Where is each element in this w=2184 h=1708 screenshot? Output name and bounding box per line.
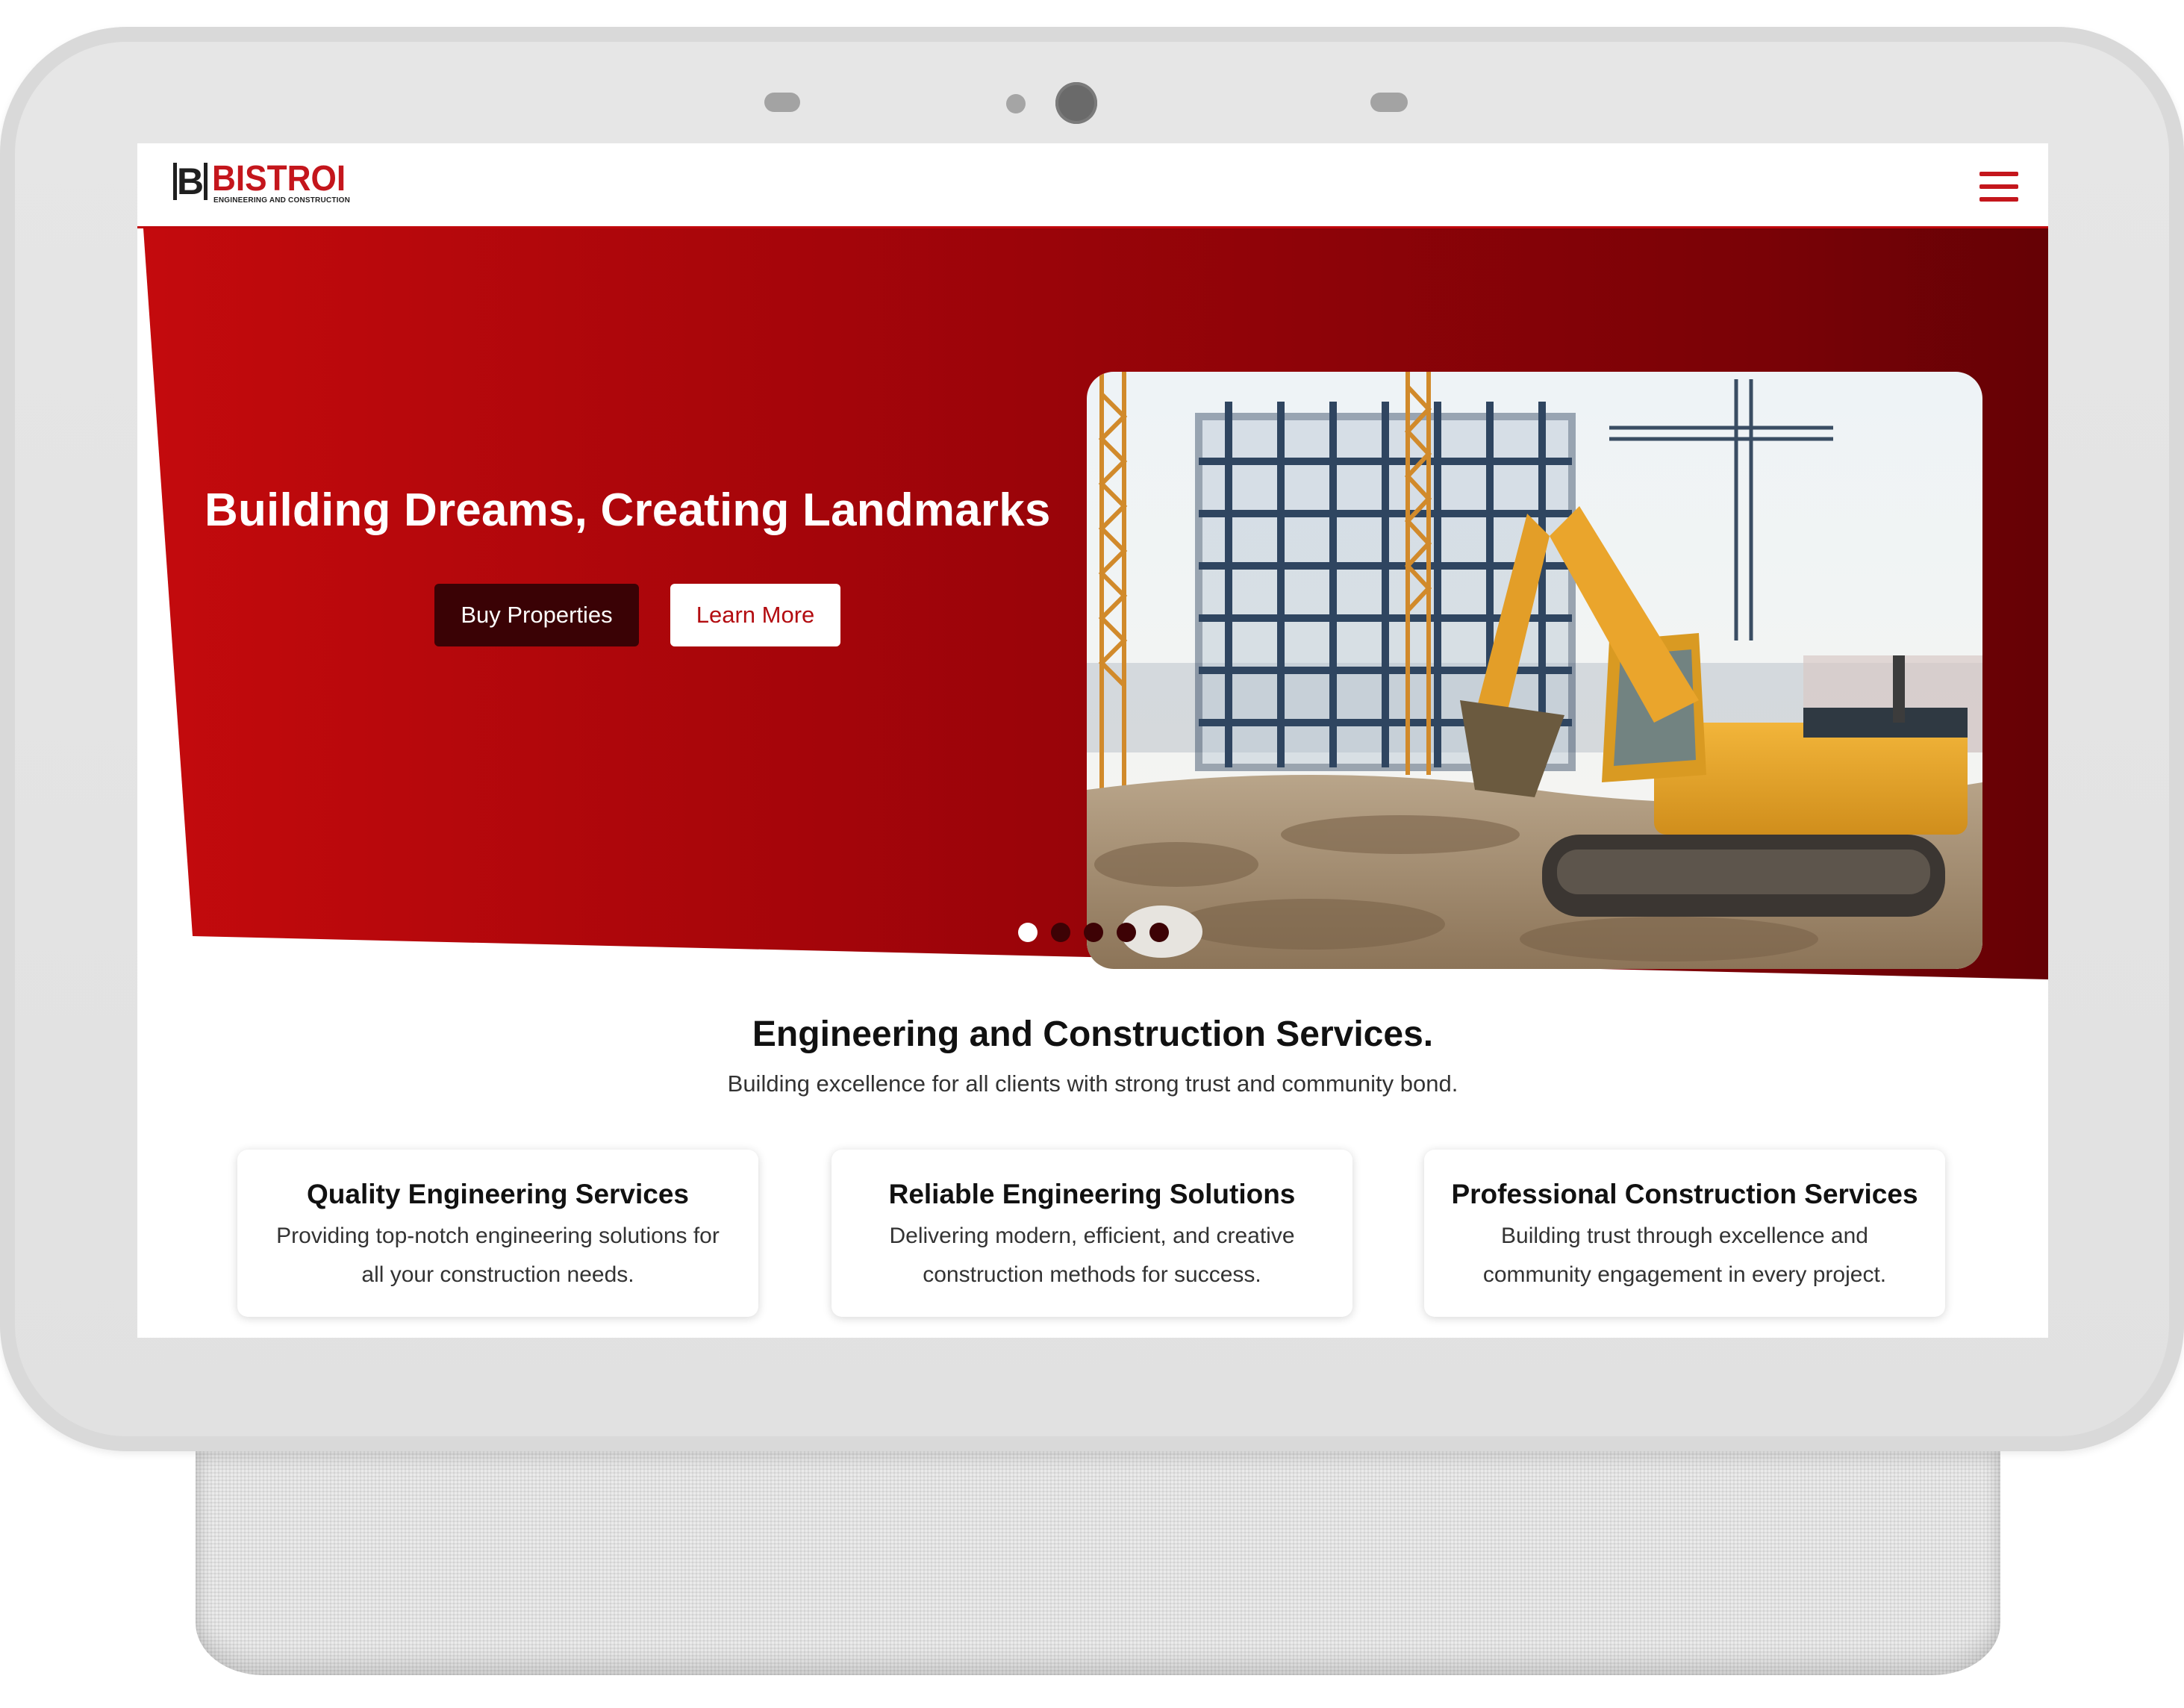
sensor-right	[1370, 93, 1408, 112]
card-description-line: all your construction needs.	[361, 1262, 634, 1287]
carousel-dot-5[interactable]	[1149, 923, 1169, 942]
carousel-dot-1[interactable]	[1018, 923, 1038, 942]
brand-logo[interactable]: B BISTROI ENGINEERING AND CONSTRUCTION	[173, 159, 352, 205]
logo-name: BISTROI	[212, 159, 346, 199]
card-description-line: Delivering modern, efficient, and creati…	[889, 1224, 1295, 1248]
hero-title: Building Dreams, Creating Landmarks	[205, 484, 1051, 536]
services-heading: Engineering and Construction Services.	[752, 1014, 1434, 1054]
hamburger-icon[interactable]	[1979, 172, 2018, 202]
screen: B BISTROI ENGINEERING AND CONSTRUCTION B…	[137, 143, 2048, 1338]
sensor-left	[764, 93, 800, 112]
navbar: B BISTROI ENGINEERING AND CONSTRUCTION	[137, 143, 2048, 228]
ambient-light-sensor	[1006, 94, 1026, 113]
service-card[interactable]: Reliable Engineering Solutions Deliverin…	[832, 1150, 1352, 1317]
fabric-speaker-base	[196, 1451, 2000, 1675]
carousel-dot-2[interactable]	[1051, 923, 1070, 942]
card-description-line: community engagement in every project.	[1482, 1262, 1887, 1287]
card-title: Reliable Engineering Solutions	[888, 1179, 1296, 1209]
logo-tagline: ENGINEERING AND CONSTRUCTION	[213, 196, 351, 205]
card-title: Professional Construction Services	[1451, 1179, 1918, 1209]
card-description: Delivering modern, efficient, and creati…	[832, 1217, 1352, 1294]
card-description: Providing top-notch engineering solution…	[237, 1217, 758, 1294]
camera-icon	[1055, 82, 1097, 124]
card-description-line: Building trust through excellence and	[1501, 1224, 1868, 1248]
hero-image	[1087, 372, 1982, 969]
services-subheading: Building excellence for all clients with…	[727, 1070, 1458, 1097]
carousel-dot-4[interactable]	[1117, 923, 1136, 942]
card-description-line: Providing top-notch engineering solution…	[276, 1224, 720, 1248]
buy-properties-button[interactable]: Buy Properties	[434, 584, 639, 646]
service-card[interactable]: Professional Construction Services Build…	[1424, 1150, 1945, 1317]
service-card[interactable]: Quality Engineering Services Providing t…	[237, 1150, 758, 1317]
card-description-line: construction methods for success.	[923, 1262, 1261, 1287]
carousel-dot-3[interactable]	[1084, 923, 1103, 942]
learn-more-button[interactable]: Learn More	[670, 584, 840, 646]
card-title: Quality Engineering Services	[306, 1179, 690, 1209]
card-description: Building trust through excellence and co…	[1424, 1217, 1945, 1294]
logo-mark: B	[173, 163, 208, 200]
